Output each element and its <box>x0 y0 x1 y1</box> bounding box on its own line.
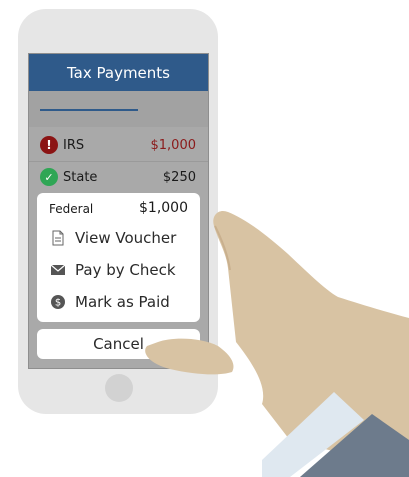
cancel-button[interactable]: Cancel <box>37 329 200 359</box>
action-sheet-header: Federal $1,000 <box>37 193 200 223</box>
svg-text:$: $ <box>55 298 61 309</box>
check-icon: ✓ <box>40 168 58 186</box>
action-sheet-amount: $1,000 <box>139 200 188 216</box>
envelope-icon <box>50 264 66 275</box>
alert-icon: ! <box>40 136 58 154</box>
app-header: Tax Payments <box>29 54 208 91</box>
action-sheet: Federal $1,000 View Voucher Pay by Check… <box>37 193 200 322</box>
view-voucher-label: View Voucher <box>75 229 177 247</box>
document-icon <box>52 230 64 246</box>
mark-as-paid-label: Mark as Paid <box>75 293 170 311</box>
search-underline[interactable] <box>40 109 138 111</box>
filter-bar <box>29 91 208 127</box>
action-sheet-title: Federal <box>49 202 94 216</box>
payment-amount: $250 <box>162 170 196 185</box>
phone-screen: Tax Payments ! IRS $1,000 ✓ State $250 F… <box>28 53 209 369</box>
payment-row-state[interactable]: ✓ State $250 <box>29 163 208 193</box>
dollar-coin-icon: $ <box>51 295 65 309</box>
pay-by-check-button[interactable]: Pay by Check <box>37 255 200 285</box>
payment-row-irs[interactable]: ! IRS $1,000 <box>29 131 208 161</box>
home-button[interactable] <box>105 374 133 402</box>
pay-by-check-label: Pay by Check <box>75 261 176 279</box>
app-title: Tax Payments <box>66 63 170 82</box>
payment-name: State <box>63 170 98 185</box>
payment-amount: $1,000 <box>150 138 197 153</box>
row-divider <box>29 161 208 162</box>
payment-name: IRS <box>63 138 85 153</box>
mark-as-paid-button[interactable]: $ Mark as Paid <box>37 287 200 317</box>
view-voucher-button[interactable]: View Voucher <box>37 223 200 253</box>
